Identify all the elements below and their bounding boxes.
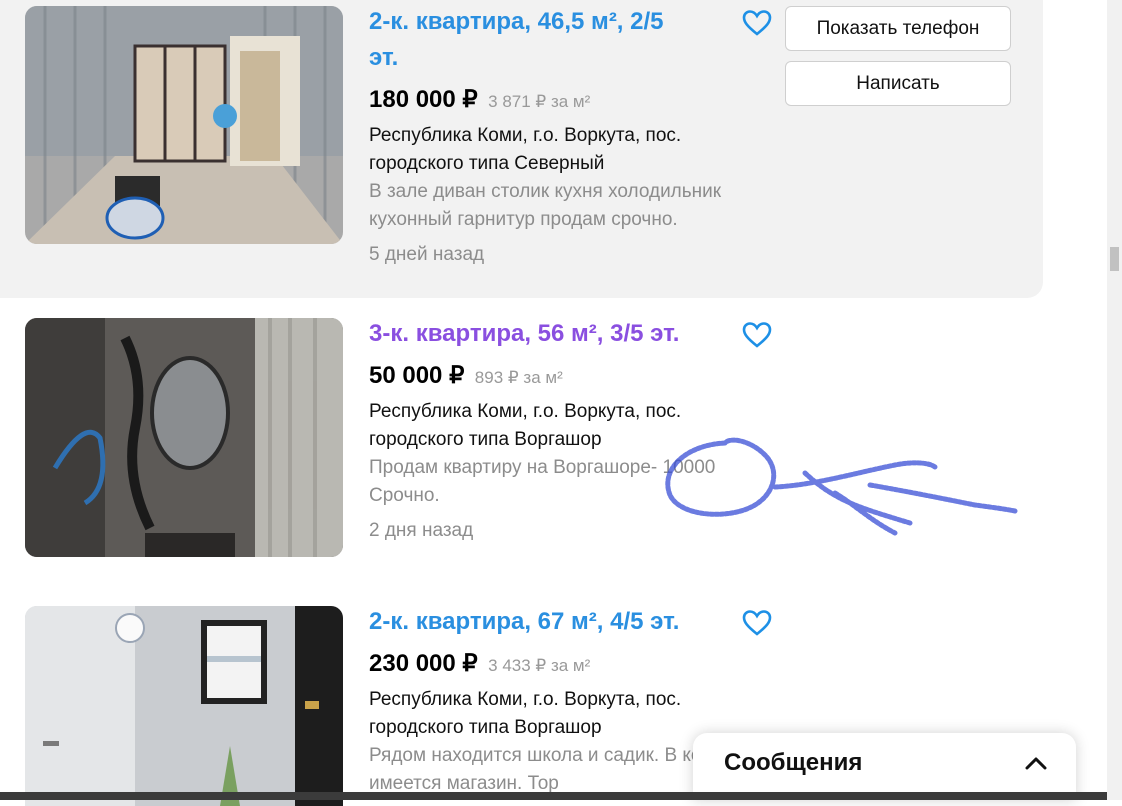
description: Продам квартиру на Воргашоре- 10000 Сроч…	[369, 457, 716, 506]
price: 230 000 ₽	[369, 650, 478, 677]
price-per-m2: 893 ₽ за м²	[474, 368, 563, 387]
listing-title[interactable]: 2-к. квартира, 46,5 м², 2/5 эт.	[369, 4, 699, 76]
hallway-photo-image	[25, 606, 343, 806]
write-message-button[interactable]: Написать	[785, 61, 1011, 106]
price: 180 000 ₽	[369, 86, 478, 113]
listing-photo[interactable]	[25, 318, 343, 557]
listing-photo[interactable]	[25, 606, 343, 806]
price-per-m2: 3 871 ₽ за м²	[488, 92, 591, 111]
price-row: 230 000 ₽ 3 433 ₽ за м²	[369, 649, 590, 678]
messages-panel[interactable]: Сообщения	[693, 733, 1076, 800]
price-row: 50 000 ₽ 893 ₽ за м²	[369, 361, 563, 390]
price-row: 180 000 ₽ 3 871 ₽ за м²	[369, 85, 590, 114]
scrollbar-thumb[interactable]	[1110, 247, 1119, 271]
listing-photo[interactable]	[25, 6, 343, 244]
scrollbar[interactable]	[1107, 0, 1122, 800]
chevron-up-icon	[1025, 757, 1047, 770]
messages-title: Сообщения	[724, 749, 863, 776]
price: 50 000 ₽	[369, 362, 465, 389]
show-phone-button[interactable]: Показать телефон	[785, 6, 1011, 51]
listing-date: 5 дней назад	[369, 244, 485, 265]
bathroom-photo-image	[25, 318, 343, 557]
address: Республика Коми, г.о. Воркута, пос. горо…	[369, 689, 682, 738]
taskbar-strip	[0, 792, 1107, 800]
address: Республика Коми, г.о. Воркута, пос. горо…	[369, 401, 682, 450]
heart-icon	[742, 610, 772, 636]
heart-icon	[742, 10, 772, 36]
description: В зале диван столик кухня холодильник ку…	[369, 181, 722, 230]
listing-card[interactable]: 2-к. квартира, 46,5 м², 2/5 эт. 180 000 …	[0, 0, 1043, 298]
expand-messages-button[interactable]	[1023, 750, 1049, 776]
favorite-button[interactable]	[741, 7, 773, 39]
address: Республика Коми, г.о. Воркута, пос. горо…	[369, 125, 682, 174]
listing-title[interactable]: 3-к. квартира, 56 м², 3/5 эт.	[369, 316, 749, 352]
price-per-m2: 3 433 ₽ за м²	[488, 656, 591, 675]
heart-icon	[742, 322, 772, 348]
favorite-button[interactable]	[741, 607, 773, 639]
room-photo-image	[25, 6, 343, 244]
listing-date: 2 дня назад	[369, 520, 474, 541]
listing-card[interactable]: 3-к. квартира, 56 м², 3/5 эт. 50 000 ₽ 8…	[0, 300, 1043, 590]
listing-title[interactable]: 2-к. квартира, 67 м², 4/5 эт.	[369, 604, 749, 640]
favorite-button[interactable]	[741, 319, 773, 351]
